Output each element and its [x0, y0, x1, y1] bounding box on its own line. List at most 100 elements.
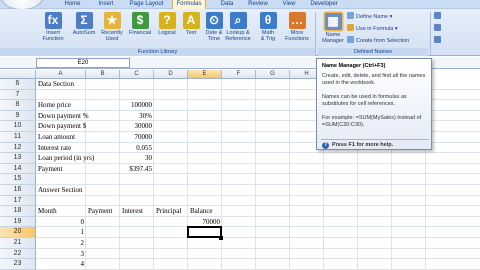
function-library-label: Function Library: [0, 48, 315, 56]
cell-a21[interactable]: 2: [36, 238, 85, 249]
column-header-d[interactable]: D: [154, 70, 188, 79]
trace-dependents-button[interactable]: [434, 24, 443, 33]
book-blue-button[interactable]: ⌕ Lookup & Reference: [224, 12, 252, 42]
help-icon: ?: [322, 142, 329, 149]
tooltip-description: Create, edit, delete, and find all the n…: [322, 73, 426, 86]
name-manager-tooltip: Name Manager (Ctrl+F3) Create, edit, del…: [316, 58, 432, 150]
select-all-corner[interactable]: [0, 70, 36, 79]
tab-page-layout[interactable]: Page Layout: [128, 0, 165, 9]
cell-a19[interactable]: 0: [36, 217, 85, 228]
trace-precedents-button[interactable]: [434, 12, 443, 21]
grid-line: [36, 258, 480, 260]
cell-a14[interactable]: Payment: [38, 164, 63, 175]
column-header-f[interactable]: F: [222, 70, 256, 79]
tooltip-title: Name Manager (Ctrl+F3): [322, 63, 386, 69]
row-header-15[interactable]: 15: [0, 174, 36, 185]
fx-button[interactable]: fx Insert Function: [39, 12, 67, 42]
book-green-button[interactable]: $ Financial: [126, 12, 154, 36]
row-header-20[interactable]: 20: [0, 227, 36, 238]
tab-view[interactable]: View: [278, 0, 300, 9]
active-cell[interactable]: [187, 226, 222, 238]
define-name-button[interactable]: Define Name ▾: [347, 12, 392, 21]
ribbon-button-label: Financial: [128, 30, 151, 36]
cell-c11[interactable]: 70000: [120, 132, 153, 143]
row-header-7[interactable]: 7: [0, 89, 36, 101]
grid-line: [36, 162, 480, 164]
column-header-g[interactable]: G: [256, 70, 290, 79]
define-name-label: Define Name ▾: [356, 14, 393, 20]
row-header-9[interactable]: 9: [0, 110, 36, 122]
column-header-e[interactable]: E: [188, 70, 222, 79]
fill-handle[interactable]: [219, 236, 223, 240]
cell-a10[interactable]: Down payment $: [38, 121, 86, 132]
fx-icon: fx: [44, 12, 62, 29]
cell-e18[interactable]: Balance: [190, 206, 213, 217]
define-name-icon: [347, 12, 354, 19]
cell-c13[interactable]: 30: [120, 153, 152, 164]
cell-c14[interactable]: $397.45: [120, 164, 152, 175]
tab-developer[interactable]: Developer: [309, 0, 339, 9]
use-in-formula-button[interactable]: Use in Formula ▾: [347, 24, 398, 33]
grid-line: [36, 226, 480, 228]
star-button[interactable]: ★ Recently Used: [98, 12, 126, 42]
book-math-button[interactable]: θ Math & Trig: [254, 12, 282, 42]
cell-c10[interactable]: 30000: [120, 121, 153, 132]
grid-line: [36, 152, 480, 154]
use-in-formula-label: Use in Formula ▾: [356, 26, 398, 32]
cell-a9[interactable]: Down payment %: [38, 111, 89, 122]
tab-home[interactable]: Home: [60, 0, 85, 9]
cell-a18[interactable]: Month: [38, 206, 57, 217]
row-header-13[interactable]: 13: [0, 153, 36, 164]
cell-c12[interactable]: 0.055: [120, 143, 152, 154]
cell-a16[interactable]: Answer Section: [38, 185, 83, 196]
column-header-c[interactable]: C: [120, 70, 154, 79]
column-header-b[interactable]: B: [86, 70, 120, 79]
cell-a12[interactable]: Interest rate: [38, 143, 71, 154]
cell-a22[interactable]: 3: [36, 249, 85, 260]
cell-b18[interactable]: Payment: [88, 206, 113, 217]
book-blue-icon: ⌕: [229, 12, 247, 29]
cell-d18[interactable]: Principal: [156, 206, 181, 217]
row-header-19[interactable]: 19: [0, 216, 36, 228]
book-yellow-icon: ?: [158, 12, 176, 29]
cell-a6[interactable]: Data Section: [38, 79, 74, 90]
row-header-14[interactable]: 14: [0, 163, 36, 175]
row-header-6[interactable]: 6: [0, 79, 36, 90]
tab-review[interactable]: Review: [245, 0, 271, 9]
row-header-12[interactable]: 12: [0, 142, 36, 154]
tab-insert[interactable]: Insert: [93, 0, 119, 9]
cell-c9[interactable]: 30%: [120, 111, 152, 122]
row-header-17[interactable]: 17: [0, 195, 36, 207]
row-header-10[interactable]: 10: [0, 121, 36, 132]
grid-line: [187, 79, 188, 270]
column-header-a[interactable]: A: [36, 70, 86, 79]
row-header-11[interactable]: 11: [0, 132, 36, 143]
cell-a23[interactable]: 4: [36, 259, 85, 270]
sigma-button[interactable]: Σ AutoSum: [70, 12, 98, 36]
row-header-22[interactable]: 22: [0, 248, 36, 260]
tooltip-divider: [321, 139, 429, 140]
ribbon-button-label: Insert Function: [42, 30, 64, 42]
row-header-8[interactable]: 8: [0, 100, 36, 111]
grid-line: [36, 237, 480, 238]
create-from-selection-button[interactable]: Create from Selection: [347, 36, 409, 45]
grid-line: [36, 247, 480, 249]
name-manager-button[interactable]: ▦ Name Manager: [320, 12, 346, 44]
name-manager-icon: ▦: [323, 12, 343, 31]
cell-c18[interactable]: Interest: [122, 206, 143, 217]
row-header-18[interactable]: 18: [0, 206, 36, 217]
ribbon-button-label: Lookup & Reference: [225, 30, 251, 42]
tab-data[interactable]: Data: [216, 0, 238, 9]
cell-a8[interactable]: Home price: [38, 100, 71, 111]
name-box[interactable]: E20: [36, 58, 130, 68]
book-orange-icon: …: [288, 12, 306, 29]
cell-a20[interactable]: 1: [36, 227, 85, 238]
cell-a11[interactable]: Loan amount: [38, 132, 75, 143]
row-header-16[interactable]: 16: [0, 185, 36, 196]
row-header-21[interactable]: 21: [0, 238, 36, 249]
book-orange-button[interactable]: … More Functions: [283, 12, 311, 42]
cell-c8[interactable]: 100000: [120, 100, 152, 111]
remove-arrows-button[interactable]: [434, 36, 443, 45]
cell-a13[interactable]: Loan period (in yrs): [38, 153, 94, 164]
row-header-23[interactable]: 23: [0, 259, 36, 270]
